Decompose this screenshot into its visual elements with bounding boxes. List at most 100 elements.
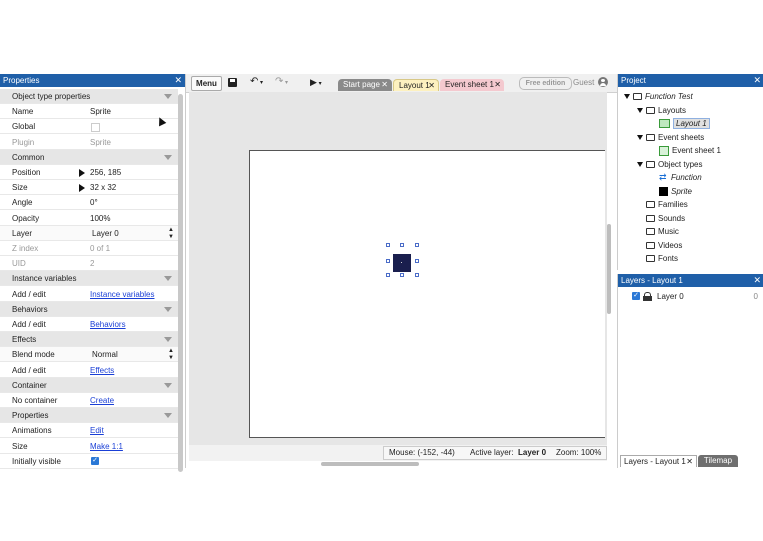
expand-arrow-icon[interactable] (79, 169, 85, 177)
property-value[interactable]: 256, 185 (90, 165, 121, 180)
collapse-icon[interactable] (164, 94, 172, 99)
property-link[interactable]: Edit (90, 423, 104, 438)
layout-page[interactable] (249, 150, 605, 438)
project-tree-item[interactable]: Event sheet 1 (650, 144, 721, 157)
undo-icon[interactable]: ↶ ▾ (250, 76, 263, 89)
property-row[interactable]: No container Create (0, 393, 178, 408)
project-tree-item[interactable]: Layout 1 (650, 117, 710, 130)
collapse-icon[interactable] (164, 382, 172, 388)
property-row[interactable]: Add / edit Instance variables (0, 287, 178, 302)
property-value[interactable]: 100% (90, 211, 110, 226)
project-tree-item[interactable]: Sounds (637, 212, 685, 225)
property-row[interactable]: Angle 0° (0, 195, 178, 211)
tab-start-page[interactable]: Start page ✕ (338, 79, 392, 91)
save-icon[interactable] (228, 78, 237, 87)
select-arrows-icon[interactable]: ▲ ▼ (168, 227, 174, 241)
project-tree-item[interactable]: Music (637, 225, 679, 238)
resize-handle[interactable] (400, 273, 404, 277)
property-row[interactable]: Animations Edit (0, 423, 178, 439)
property-row[interactable]: Add / edit Effects (0, 363, 178, 378)
project-tree-item[interactable]: Layouts (637, 104, 686, 117)
property-section[interactable]: Behaviors (0, 301, 178, 317)
property-row[interactable]: Opacity 100% (0, 211, 178, 226)
close-icon[interactable]: ✕ (753, 74, 761, 87)
project-tree-item[interactable]: ⇄ Function (650, 171, 702, 184)
collapse-icon[interactable] (164, 154, 172, 160)
close-icon[interactable]: ✕ (753, 274, 761, 287)
resize-handle[interactable] (400, 243, 404, 247)
close-icon[interactable]: ✕ (428, 80, 435, 92)
property-value[interactable]: 32 x 32 (90, 180, 116, 195)
close-icon[interactable]: ✕ (381, 79, 388, 91)
project-tree-item[interactable]: Event sheets (637, 131, 704, 144)
property-section[interactable]: Container (0, 377, 178, 393)
property-value[interactable]: Sprite (90, 104, 111, 119)
property-select[interactable]: Normal (92, 347, 118, 362)
tab-layers-layout-1[interactable]: Layers - Layout 1 ✕ (620, 455, 697, 467)
tab-tilemap[interactable]: Tilemap (698, 455, 738, 467)
global-checkbox[interactable] (91, 123, 100, 133)
property-link[interactable]: Behaviors (90, 317, 126, 332)
horizontal-scrollbar[interactable] (321, 462, 419, 466)
property-row[interactable]: Position 256, 185 (0, 165, 178, 180)
close-icon[interactable]: ✕ (494, 79, 501, 91)
resize-handle[interactable] (386, 259, 390, 263)
project-tree-item[interactable]: Sprite (650, 185, 692, 198)
expand-triangle-icon[interactable] (637, 134, 643, 140)
redo-icon[interactable]: ↷ ▾ (275, 76, 288, 89)
property-link[interactable]: Instance variables (90, 287, 154, 302)
vertical-scrollbar[interactable] (607, 224, 611, 314)
properties-scrollbar[interactable] (178, 94, 183, 472)
layer-row[interactable]: ✓ Layer 0 0 (618, 290, 763, 303)
property-section[interactable]: Common (0, 149, 178, 165)
expand-triangle-icon[interactable] (637, 107, 643, 113)
resize-handle[interactable] (386, 243, 390, 247)
user-label[interactable]: Guest (573, 78, 594, 88)
resize-handle[interactable] (386, 273, 390, 277)
resize-handle[interactable] (415, 273, 419, 277)
property-value[interactable]: 0° (90, 195, 98, 210)
play-icon[interactable]: ▶ ▾ (310, 77, 322, 90)
resize-handle[interactable] (415, 243, 419, 247)
resize-handle[interactable] (415, 259, 419, 263)
property-row[interactable]: Add / edit Behaviors (0, 317, 178, 332)
collapse-icon[interactable] (164, 276, 172, 282)
property-section[interactable]: Object type properties (0, 89, 178, 104)
checkbox-checked[interactable]: ✓ (91, 456, 99, 465)
project-tree-item[interactable]: Fonts (637, 252, 678, 265)
property-section[interactable]: Effects (0, 332, 178, 348)
property-row[interactable]: Size Make 1:1 (0, 439, 178, 454)
property-row[interactable]: Name Sprite (0, 104, 178, 120)
project-tree-item[interactable]: Function Test (624, 90, 693, 103)
tab-event-sheet-1[interactable]: Event sheet 1 ✕ (440, 79, 504, 91)
property-row[interactable]: Size 32 x 32 (0, 180, 178, 196)
project-tree-item[interactable]: Families (637, 198, 688, 211)
expand-triangle-icon[interactable] (624, 94, 630, 100)
collapse-icon[interactable] (164, 306, 172, 312)
property-section[interactable]: Instance variables (0, 271, 178, 287)
close-icon[interactable]: ✕ (686, 456, 693, 468)
property-row[interactable]: Layer Layer 0 ▲ ▼ (0, 225, 178, 241)
project-tree-item[interactable]: Object types (637, 158, 702, 171)
property-select[interactable]: Layer 0 (92, 226, 119, 241)
property-row[interactable]: Plugin Sprite (0, 135, 178, 150)
expand-triangle-icon[interactable] (637, 161, 643, 167)
property-section[interactable]: Properties (0, 408, 178, 424)
menu-button[interactable]: Menu (191, 76, 222, 91)
property-link[interactable]: Create (90, 393, 114, 408)
property-row[interactable]: Z index 0 of 1 (0, 241, 178, 256)
property-row[interactable]: Blend mode Normal ▲ ▼ (0, 347, 178, 363)
expand-arrow-icon[interactable] (79, 184, 85, 193)
sprite-instance[interactable] (393, 254, 411, 272)
user-icon[interactable] (598, 77, 608, 87)
property-link[interactable]: Effects (90, 363, 114, 378)
select-arrows-icon[interactable]: ▲ ▼ (168, 348, 174, 362)
collapse-icon[interactable] (164, 413, 172, 419)
property-link[interactable]: Make 1:1 (90, 439, 123, 454)
property-row[interactable]: Global (0, 119, 178, 135)
project-tree-item[interactable]: Videos (637, 239, 682, 252)
close-icon[interactable]: ✕ (174, 74, 182, 87)
tab-layout-1[interactable]: Layout 1 ✕ (393, 79, 439, 91)
layout-view[interactable] (189, 92, 611, 445)
collapse-icon[interactable] (164, 337, 172, 343)
